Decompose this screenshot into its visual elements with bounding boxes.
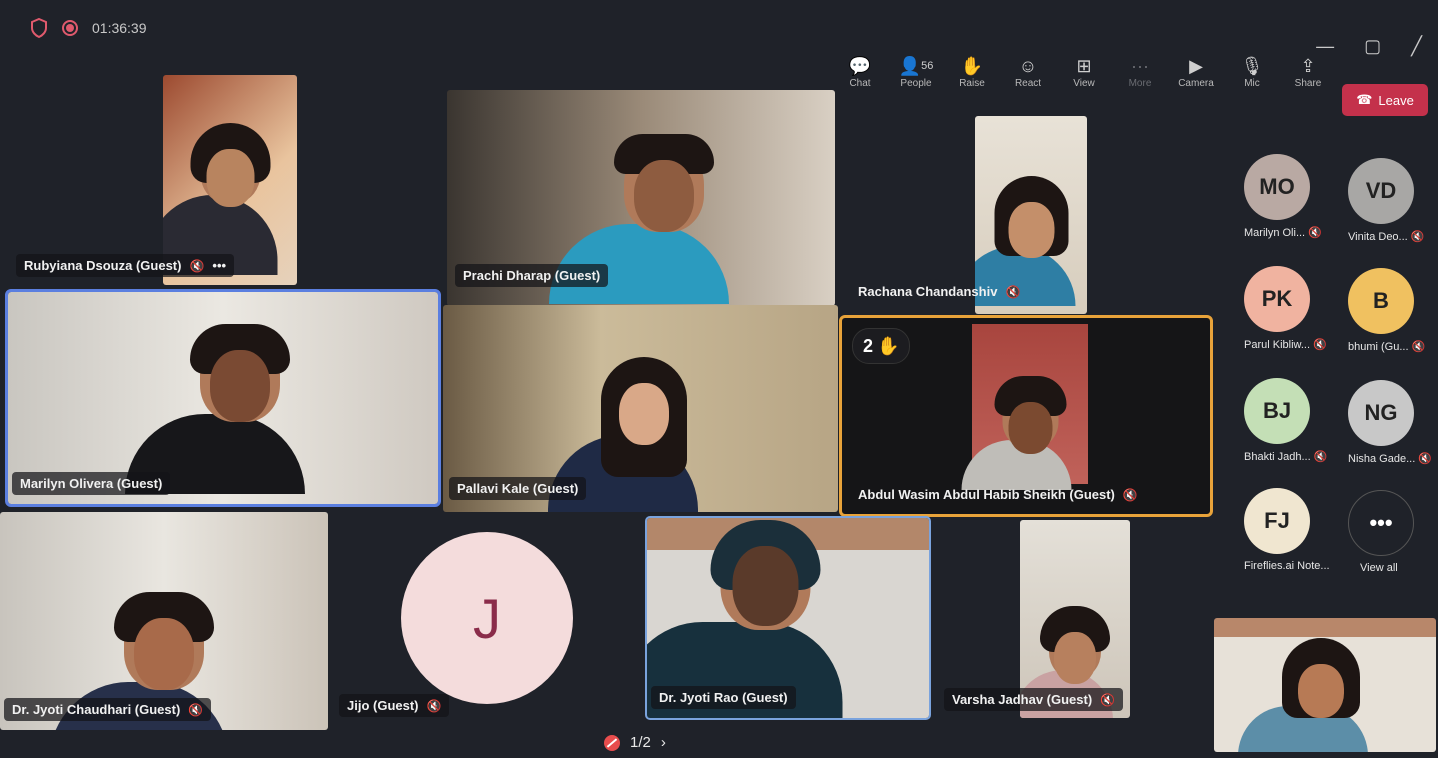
video-tile-pallavi[interactable]: Pallavi Kale (Guest) xyxy=(443,305,838,512)
video-tile-jijo[interactable]: J Jijo (Guest) 🔇 xyxy=(335,520,640,730)
page-indicator: 1/2 xyxy=(630,734,651,751)
roster-item[interactable]: MO Marilyn Oli... 🔇 xyxy=(1244,154,1348,239)
avatar: B xyxy=(1348,268,1414,334)
recording-indicator: 01:36:39 xyxy=(30,18,147,38)
title-bar: 01:36:39 — ▢ ╱ xyxy=(0,0,1438,62)
recording-icon xyxy=(62,20,78,36)
participant-name: Prachi Dharap (Guest) xyxy=(455,264,609,287)
avatar: NG xyxy=(1348,380,1414,446)
mic-off-icon: 🔇 xyxy=(1410,231,1425,243)
more-icon: ··· xyxy=(1131,55,1149,76)
mic-icon: 🎙 xyxy=(1240,55,1264,76)
share-button[interactable]: ⇪ Share xyxy=(1280,54,1336,90)
participant-video xyxy=(549,134,730,304)
hand-icon: ✋ xyxy=(960,55,984,76)
chevron-right-icon[interactable]: › xyxy=(661,734,666,751)
roster-item[interactable]: FJ Fireflies.ai Note... xyxy=(1244,488,1348,572)
no-entry-icon xyxy=(604,734,620,751)
participant-name: Dr. Jyoti Rao (Guest) xyxy=(651,686,796,709)
participant-name: Jijo (Guest) 🔇 xyxy=(339,694,450,717)
raise-hand-button[interactable]: ✋ Raise xyxy=(944,54,1000,90)
roster-item[interactable]: PK Parul Kibliw... 🔇 xyxy=(1244,266,1348,351)
roster-item[interactable]: BJ Bhakti Jadh... 🔇 xyxy=(1244,378,1348,463)
camera-button[interactable]: ▶ Camera xyxy=(1168,54,1224,90)
more-icon: ••• xyxy=(1348,490,1414,556)
close-icon[interactable]: ╱ xyxy=(1411,36,1422,57)
chat-icon: 💬 xyxy=(848,55,872,76)
participant-figure xyxy=(961,376,1072,490)
participant-name: Marilyn Olivera (Guest) xyxy=(12,472,171,495)
mic-off-icon: 🔇 xyxy=(1122,487,1138,502)
avatar: VD xyxy=(1348,158,1414,224)
participant-video xyxy=(125,324,306,494)
mic-off-icon: 🔇 xyxy=(1411,341,1426,353)
participant-name: Abdul Wasim Abdul Habib Sheikh (Guest) 🔇 xyxy=(858,487,1138,502)
participant-name: Rachana Chandanshiv 🔇 xyxy=(858,284,1021,299)
participant-name: Rubyiana Dsouza (Guest) 🔇 ••• xyxy=(16,254,235,277)
video-tile-marilyn[interactable]: Marilyn Olivera (Guest) xyxy=(5,289,441,507)
phone-icon: ☎ xyxy=(1356,92,1373,107)
avatar: MO xyxy=(1244,154,1310,220)
people-icon: 👤 56 xyxy=(898,55,934,76)
video-tile-jyoti-rao[interactable]: Dr. Jyoti Rao (Guest) xyxy=(645,516,931,720)
more-button[interactable]: ··· More xyxy=(1112,54,1168,90)
video-tile-jyoti-chaudhari[interactable]: Dr. Jyoti Chaudhari (Guest) 🔇 xyxy=(0,512,328,730)
participant-video xyxy=(548,357,699,512)
mic-off-icon: 🔇 xyxy=(426,698,442,713)
maximize-icon[interactable]: ▢ xyxy=(1364,36,1381,57)
camera-icon: ▶ xyxy=(1189,55,1203,76)
share-icon: ⇪ xyxy=(1300,55,1316,76)
avatar: PK xyxy=(1244,266,1310,332)
leave-button[interactable]: ☎ Leave xyxy=(1342,84,1428,116)
self-view-video[interactable] xyxy=(1214,618,1436,752)
people-button[interactable]: 👤 56 People xyxy=(888,54,944,90)
avatar: BJ xyxy=(1244,378,1310,444)
view-all-button[interactable]: ••• View all xyxy=(1348,490,1438,574)
mic-off-icon: 🔇 xyxy=(1308,227,1322,239)
shield-icon xyxy=(31,18,47,38)
mic-off-icon: 🔇 xyxy=(189,258,205,273)
hand-icon: ✋ xyxy=(877,335,900,356)
mic-off-icon: 🔇 xyxy=(1313,339,1327,351)
roster-item[interactable]: VD Vinita Deo... 🔇 xyxy=(1348,158,1438,243)
raised-hand-badge: 2 ✋ xyxy=(852,328,911,364)
grid-icon: ⊞ xyxy=(1076,55,1092,76)
roster-item[interactable]: NG Nisha Gade... 🔇 xyxy=(1348,380,1438,465)
react-icon: ☺ xyxy=(1018,55,1038,76)
mic-off-icon: 🔇 xyxy=(1100,692,1116,707)
mic-off-icon: 🔇 xyxy=(1313,451,1328,463)
participant-video xyxy=(961,324,1088,490)
participant-name: Pallavi Kale (Guest) xyxy=(449,477,587,500)
more-options-icon[interactable]: ••• xyxy=(212,258,226,273)
meeting-toolbar: 💬 Chat 👤 56 People ✋ Raise ☺ React ⊞ View ··· M… xyxy=(832,54,1336,90)
view-button[interactable]: ⊞ View xyxy=(1056,54,1112,90)
mic-off-icon: 🔇 xyxy=(1418,453,1433,465)
video-tile-prachi[interactable]: Prachi Dharap (Guest) xyxy=(447,90,835,306)
chat-button[interactable]: 💬 Chat xyxy=(832,54,888,90)
video-tile-abdul[interactable]: 2 ✋ Abdul Wasim Abdul Habib Sheikh (Guest… xyxy=(839,315,1213,517)
avatar: FJ xyxy=(1244,488,1310,554)
participant-name: Varsha Jadhav (Guest) 🔇 xyxy=(944,688,1124,711)
mic-button[interactable]: 🎙 Mic xyxy=(1224,54,1280,90)
roster-item[interactable]: B bhumi (Gu... 🔇 xyxy=(1348,268,1438,353)
avatar: J xyxy=(401,532,573,704)
participant-video xyxy=(1237,638,1368,752)
meeting-timer: 01:36:39 xyxy=(92,20,147,36)
gallery-pager: 1/2 › xyxy=(604,734,666,751)
mic-off-icon: 🔇 xyxy=(188,702,204,717)
participant-name: Dr. Jyoti Chaudhari (Guest) 🔇 xyxy=(4,698,212,721)
mic-off-icon: 🔇 xyxy=(1005,284,1021,299)
react-button[interactable]: ☺ React xyxy=(1000,54,1056,90)
